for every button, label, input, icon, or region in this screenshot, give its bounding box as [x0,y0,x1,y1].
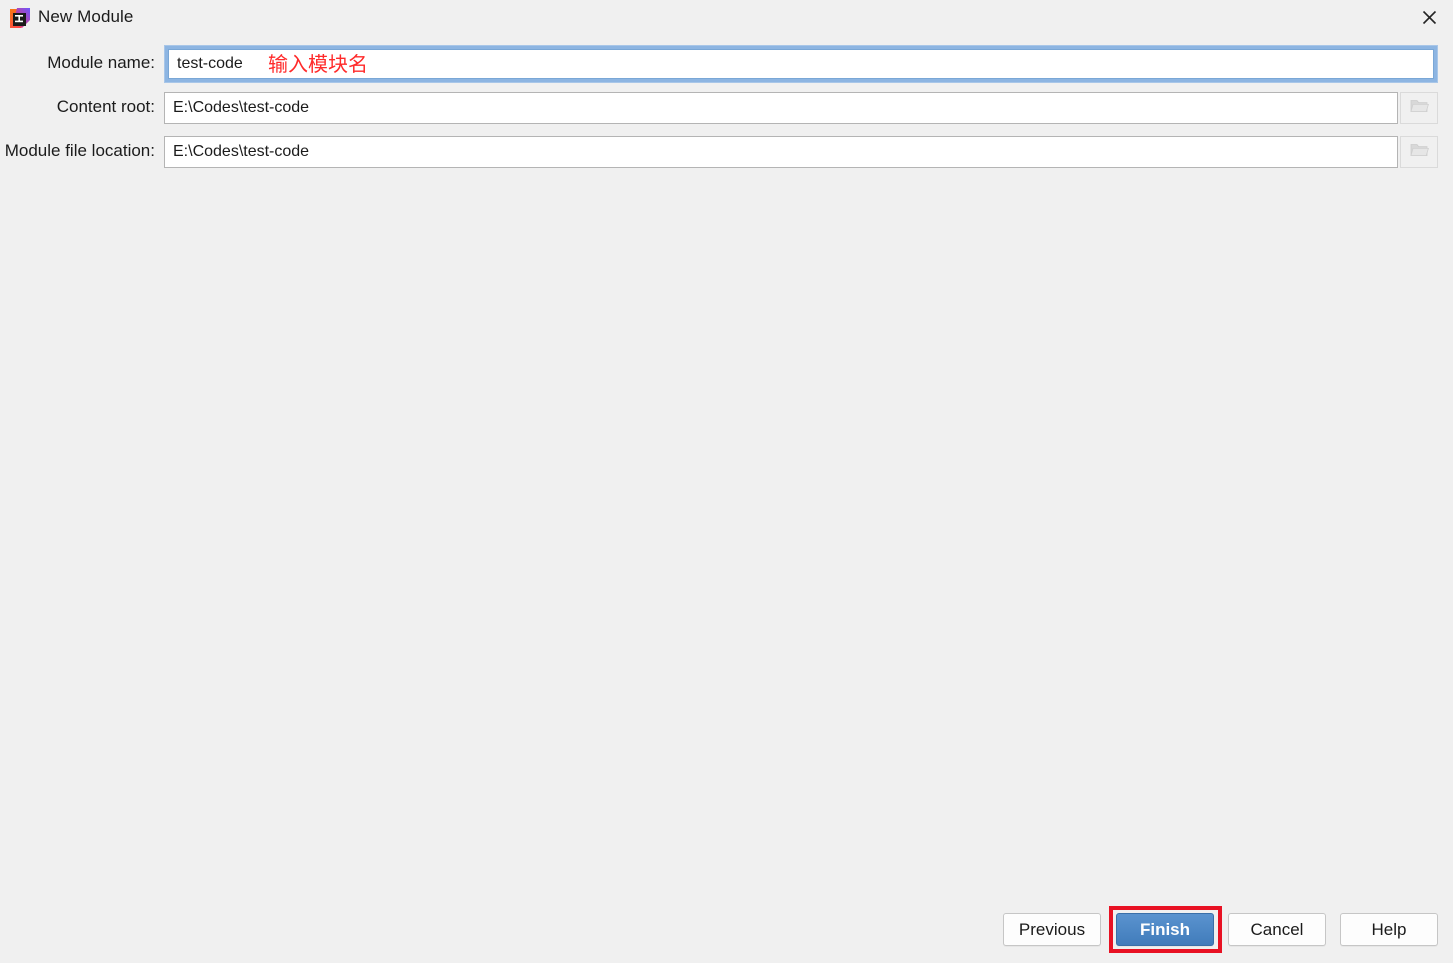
content-root-value: E:\Codes\test-code [173,99,310,116]
cancel-button[interactable]: Cancel [1228,913,1326,946]
form-row-content-root: Content root: E:\Codes\test-code [0,92,1453,124]
module-name-label: Module name: [47,53,155,72]
folder-icon [1409,98,1429,119]
module-file-location-value: E:\Codes\test-code [173,143,310,160]
module-file-location-browse-button[interactable] [1400,136,1438,168]
finish-button[interactable]: Finish [1116,913,1214,946]
module-file-location-input[interactable]: E:\Codes\test-code [164,136,1398,168]
module-name-annotation: 输入模块名 [268,52,368,76]
module-file-location-field-wrapper: E:\Codes\test-code [164,136,1398,168]
content-root-input[interactable]: E:\Codes\test-code [164,92,1398,124]
module-name-field-wrapper: test-code 输入模块名 [164,45,1438,83]
form-row-module-name: Module name: test-code 输入模块名 [0,45,1453,83]
content-root-browse-button[interactable] [1400,92,1438,124]
intellij-idea-icon [9,8,30,29]
close-icon[interactable] [1405,0,1453,34]
help-button[interactable]: Help [1340,913,1438,946]
content-root-label: Content root: [56,97,155,116]
window-title: New Module [38,7,134,26]
module-name-focus-ring: test-code 输入模块名 [164,45,1438,83]
previous-button[interactable]: Previous [1003,913,1101,946]
form-row-module-file-location: Module file location: E:\Codes\test-code [0,136,1453,168]
module-file-location-label: Module file location: [4,141,155,160]
content-root-field-wrapper: E:\Codes\test-code [164,92,1398,124]
module-name-value: test-code [177,55,243,72]
dialog-footer: Previous Finish Cancel Help [0,899,1453,963]
module-name-input[interactable]: test-code 输入模块名 [168,49,1434,79]
title-bar: New Module [0,0,1453,36]
folder-icon [1409,142,1429,163]
